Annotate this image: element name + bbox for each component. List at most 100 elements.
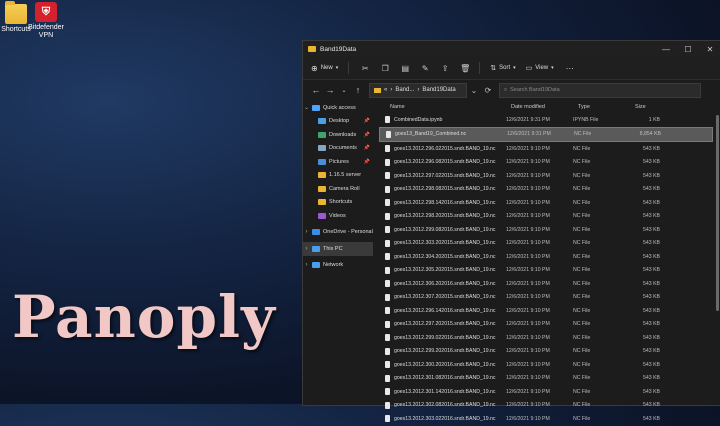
vertical-scrollbar[interactable] bbox=[716, 115, 719, 311]
sort-button[interactable]: ⇅ Sort ▾ bbox=[490, 64, 515, 72]
expand-chevron-icon[interactable]: › bbox=[303, 262, 310, 268]
file-row[interactable]: goes13.2012.303.202015.sndr.BAND_19.nc 12… bbox=[379, 237, 713, 251]
breadcrumb-current[interactable]: Band19Data bbox=[422, 87, 455, 93]
sidebar-item-this-pc[interactable]: › This PC bbox=[303, 242, 373, 256]
videos-icon bbox=[318, 212, 326, 219]
pin-icon: 📌 bbox=[363, 145, 370, 152]
desktop-icon-bitdefender-vpn[interactable]: ⛨ Bitdefender VPN bbox=[21, 2, 71, 40]
title-bar[interactable]: Band19Data — ☐ ✕ bbox=[303, 41, 720, 57]
sidebar-item-network[interactable]: › Network bbox=[303, 259, 373, 273]
back-button[interactable]: ← bbox=[309, 85, 323, 95]
rename-icon[interactable]: ✎ bbox=[419, 64, 431, 73]
file-row[interactable]: goes13.2012.304.202015.sndr.BAND_19.nc 12… bbox=[379, 250, 713, 264]
sidebar-item-label: Pictures bbox=[329, 158, 349, 165]
up-button[interactable]: ↑ bbox=[351, 85, 365, 95]
minimize-button[interactable]: — bbox=[655, 45, 677, 54]
file-type: NC File bbox=[573, 415, 591, 422]
file-name-cell: goes13.2012.303.022016.sndr.BAND_19.nc bbox=[379, 415, 506, 423]
file-name-cell: goes13.2012.301.082016.sndr.BAND_19.nc bbox=[379, 374, 506, 382]
file-row[interactable]: goes13.2012.303.022016.sndr.BAND_19.nc 12… bbox=[379, 412, 713, 426]
sidebar-item-1-16-5-server[interactable]: 1.16.5 server bbox=[303, 169, 373, 183]
file-row[interactable]: goes13.2012.301.142016.sndr.BAND_19.nc 12… bbox=[379, 385, 713, 399]
delete-icon[interactable]: 🗑 bbox=[459, 64, 471, 73]
file-row[interactable]: goes13.2012.298.202015.sndr.BAND_19.nc 12… bbox=[379, 210, 713, 224]
file-name: goes13.2012.296.082015.sndr.BAND_19.nc bbox=[394, 159, 496, 166]
column-header-type[interactable]: Type bbox=[578, 104, 635, 110]
file-name-cell: goes13.2012.303.202015.sndr.BAND_19.nc bbox=[379, 239, 506, 247]
file-row[interactable]: goes13.2012.299.082016.sndr.BAND_19.nc 12… bbox=[379, 223, 713, 237]
new-button[interactable]: ⊕ New ▾ bbox=[311, 64, 338, 73]
share-icon[interactable]: ⇪ bbox=[439, 64, 451, 73]
file-name: goes13_Band19_Combined.nc bbox=[395, 131, 467, 138]
file-size: 543 KB bbox=[642, 159, 660, 166]
forward-button[interactable]: → bbox=[323, 85, 337, 95]
file-row[interactable]: goes13.2012.296.022015.sndr.BAND_19.nc 12… bbox=[379, 142, 713, 156]
file-icon bbox=[385, 347, 390, 355]
sidebar-item-camera-roll[interactable]: Camera Roll bbox=[303, 182, 373, 196]
file-size: 543 KB bbox=[642, 334, 660, 341]
column-header-date[interactable]: Date modified bbox=[511, 104, 578, 110]
file-row[interactable]: goes13.2012.306.202016.sndr.BAND_19.nc 12… bbox=[379, 277, 713, 291]
sidebar-item-downloads[interactable]: Downloads 📌 bbox=[303, 128, 373, 142]
file-row[interactable]: goes13.2012.300.202016.sndr.BAND_19.nc 12… bbox=[379, 358, 713, 372]
refresh-icon[interactable]: ⟳ bbox=[481, 86, 495, 95]
file-row[interactable]: goes13.2012.296.082015.sndr.BAND_19.nc 12… bbox=[379, 156, 713, 170]
file-row[interactable]: goes13.2012.297.202015.sndr.BAND_19.nc 12… bbox=[379, 318, 713, 332]
paste-icon[interactable]: ▤ bbox=[399, 64, 411, 73]
sidebar-item-pictures[interactable]: Pictures 📌 bbox=[303, 155, 373, 169]
recent-locations-button[interactable]: ⌄ bbox=[337, 87, 351, 94]
file-name: goes13.2012.297.202015.sndr.BAND_19.nc bbox=[394, 321, 496, 328]
file-name-cell: goes13.2012.298.202015.sndr.BAND_19.nc bbox=[379, 212, 506, 220]
sidebar-item-quick-access[interactable]: ⌄ Quick access bbox=[303, 101, 373, 115]
column-header-size[interactable]: Size bbox=[635, 104, 665, 110]
file-row[interactable]: goes13.2012.305.202015.sndr.BAND_19.nc 12… bbox=[379, 264, 713, 278]
file-row[interactable]: goes13.2012.301.082016.sndr.BAND_19.nc 12… bbox=[379, 372, 713, 386]
file-row[interactable]: goes13_Band19_Combined.nc 12/6/2021 9:31 … bbox=[379, 126, 713, 142]
sidebar-item-videos[interactable]: Videos bbox=[303, 209, 373, 223]
sidebar-item-onedrive-personal[interactable]: › OneDrive - Personal bbox=[303, 226, 373, 240]
file-size: 543 KB bbox=[642, 375, 660, 382]
file-icon bbox=[385, 280, 390, 288]
file-name-cell: goes13.2012.305.202015.sndr.BAND_19.nc bbox=[379, 266, 506, 274]
expand-chevron-icon[interactable]: › bbox=[303, 246, 310, 252]
file-row[interactable]: goes13.2012.297.022015.sndr.BAND_19.nc 12… bbox=[379, 169, 713, 183]
column-header-name[interactable]: Name bbox=[379, 104, 511, 110]
file-size: 543 KB bbox=[642, 348, 660, 355]
expand-chevron-icon[interactable]: ⌄ bbox=[303, 104, 310, 111]
chevron-down-icon: ▾ bbox=[551, 65, 554, 71]
file-row[interactable]: goes13.2012.296.142016.sndr.BAND_19.nc 12… bbox=[379, 304, 713, 318]
file-name: goes13.2012.302.082016.sndr.BAND_19.nc bbox=[394, 402, 496, 409]
file-date: 12/6/2021 9:10 PM bbox=[506, 159, 550, 166]
file-icon bbox=[385, 239, 390, 247]
maximize-button[interactable]: ☐ bbox=[677, 45, 699, 54]
close-button[interactable]: ✕ bbox=[699, 45, 720, 54]
expand-chevron-icon[interactable]: › bbox=[303, 229, 310, 235]
breadcrumb-overflow[interactable]: « bbox=[384, 87, 387, 93]
file-row[interactable]: goes13.2012.307.202015.sndr.BAND_19.nc 12… bbox=[379, 291, 713, 305]
network-icon bbox=[312, 262, 320, 269]
cut-icon[interactable]: ✂ bbox=[359, 64, 371, 73]
file-name-cell: goes13.2012.299.082016.sndr.BAND_19.nc bbox=[379, 226, 506, 234]
file-size: 543 KB bbox=[642, 253, 660, 260]
file-row[interactable]: CombinedData.ipynb 12/6/2021 9:31 PM IPYNB… bbox=[379, 113, 713, 127]
file-row[interactable]: goes13.2012.299.022016.sndr.BAND_19.nc 12… bbox=[379, 331, 713, 345]
file-icon bbox=[385, 415, 390, 423]
file-row[interactable]: goes13.2012.302.082016.sndr.BAND_19.nc 12… bbox=[379, 399, 713, 413]
file-row[interactable]: goes13.2012.298.082015.sndr.BAND_19.nc 12… bbox=[379, 183, 713, 197]
more-options-icon[interactable]: ⋯ bbox=[564, 64, 576, 73]
file-row[interactable]: goes13.2012.298.142016.sndr.BAND_19.nc 12… bbox=[379, 196, 713, 210]
sidebar-item-shortcuts[interactable]: Shortcuts bbox=[303, 196, 373, 210]
sidebar-item-desktop[interactable]: Desktop 📌 bbox=[303, 115, 373, 129]
pictures-icon bbox=[318, 158, 326, 165]
sidebar-item-documents[interactable]: Documents 📌 bbox=[303, 142, 373, 156]
address-bar[interactable]: « › Band... › Band19Data bbox=[369, 82, 467, 98]
address-dropdown-icon[interactable]: ⌄ bbox=[467, 86, 481, 95]
copy-icon[interactable]: ❐ bbox=[379, 64, 391, 73]
file-type: NC File bbox=[573, 253, 591, 260]
search-box[interactable]: ⌕ Search Band19Data bbox=[499, 82, 701, 98]
view-button[interactable]: ▭ View ▾ bbox=[526, 64, 554, 72]
pc-icon bbox=[312, 245, 320, 252]
breadcrumb-segment[interactable]: Band... bbox=[395, 87, 414, 93]
file-type: IPYNB File bbox=[573, 116, 599, 123]
file-row[interactable]: goes13.2012.299.202016.sndr.BAND_19.nc 12… bbox=[379, 345, 713, 359]
